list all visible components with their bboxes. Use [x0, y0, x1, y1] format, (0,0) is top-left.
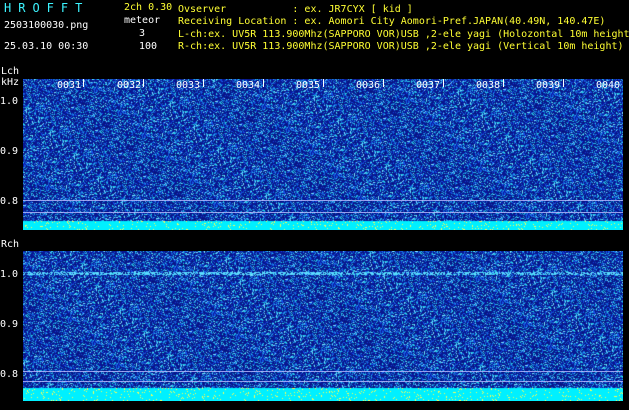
filename-label: 2503100030.png: [4, 20, 89, 31]
time-label-0034: 0034: [236, 80, 261, 91]
rch-ytick-0-9: 0.9: [0, 319, 19, 330]
app-title: HROFFT: [4, 1, 90, 15]
time-label-0036: 0036: [356, 80, 381, 91]
mode-label: 2ch 0.30: [124, 2, 173, 13]
lch-gridline-upper: [23, 200, 623, 201]
lch-ytick-0-8: 0.8: [0, 196, 19, 207]
rch-ytick-1-0: 1.0: [0, 269, 19, 280]
time-tick: [83, 79, 84, 87]
time-tick: [383, 79, 384, 87]
time-tick: [203, 79, 204, 87]
time-tick: [563, 79, 564, 87]
rch-gridline-upper: [23, 371, 623, 372]
time-label-0032: 0032: [117, 80, 142, 91]
lch-ytick-1-0: 1.0: [0, 96, 19, 107]
time-tick: [503, 79, 504, 87]
lch-gridline-lower: [23, 212, 623, 213]
time-label-0039: 0039: [536, 80, 561, 91]
rch-ytick-0-8: 0.8: [0, 369, 19, 380]
datetime-label: 25.03.10 00:30: [4, 41, 89, 52]
time-label-0040: 0040: [596, 80, 621, 91]
time-label-0038: 0038: [476, 80, 501, 91]
rch-gridline-lower: [23, 381, 623, 382]
lch-ytick-0-9: 0.9: [0, 146, 19, 157]
time-tick: [323, 79, 324, 87]
time-label-0033: 0033: [176, 80, 201, 91]
lch-label: Lch: [1, 66, 20, 77]
lch-unit-label: kHz: [1, 77, 20, 88]
meteor-max: 100: [139, 41, 158, 52]
time-tick: [143, 79, 144, 87]
observer-info: Ovserver : ex. JR7CYX [ kid ]: [178, 4, 413, 15]
lch-spectrogram: [23, 79, 623, 230]
rch-label: Rch: [1, 239, 20, 250]
meteor-label: meteor: [124, 15, 161, 26]
meteor-count: 3: [139, 28, 146, 39]
location-info: Receiving Location : ex. Aomori City Aom…: [178, 16, 606, 27]
time-label-0031: 0031: [57, 80, 82, 91]
rch-spectrogram: [23, 251, 623, 401]
time-label-0035: 0035: [296, 80, 321, 91]
time-label-0037: 0037: [416, 80, 441, 91]
lch-receiver-info: L-ch:ex. UV5R 113.900Mhz(SAPPORO VOR)USB…: [178, 29, 629, 40]
hrofft-window: HROFFT 2ch 0.30 2503100030.png meteor 3 …: [0, 0, 629, 410]
time-tick: [443, 79, 444, 87]
time-tick: [263, 79, 264, 87]
rch-receiver-info: R-ch:ex. UV5R 113.900Mhz(SAPPORO VOR)USB…: [178, 41, 624, 52]
